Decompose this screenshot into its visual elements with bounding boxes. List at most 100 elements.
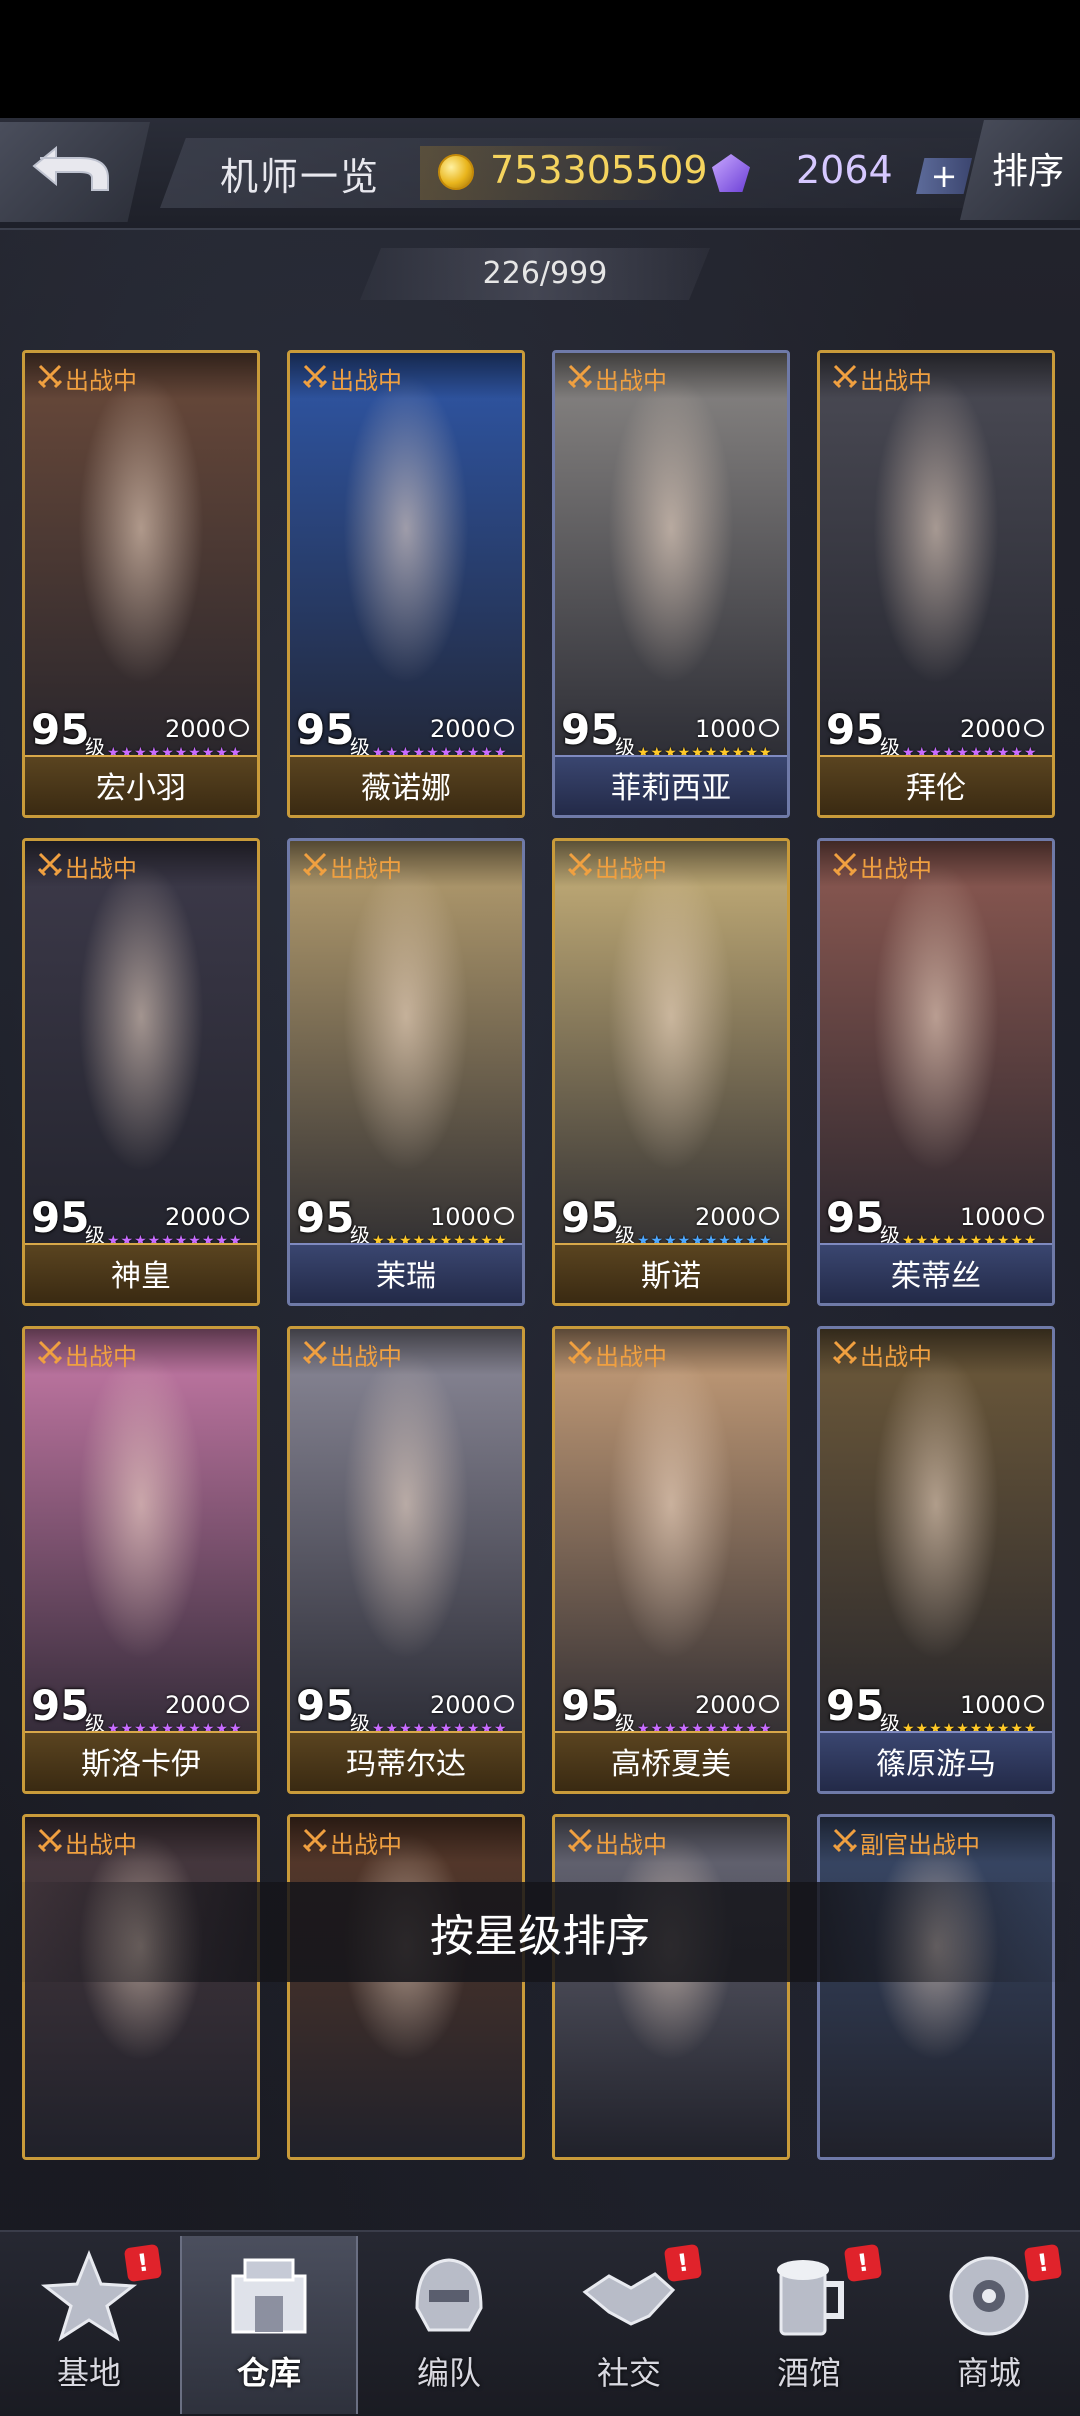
nav-item[interactable]: 基地! bbox=[0, 2236, 178, 2414]
pilot-level: 95 bbox=[296, 1193, 355, 1242]
alert-badge: ! bbox=[123, 2243, 163, 2283]
pilot-power: 2000 bbox=[695, 1203, 757, 1231]
page-title: 机师一览 bbox=[220, 155, 381, 199]
pilot-level: 95 bbox=[31, 705, 90, 754]
gem-amount: 2064 bbox=[796, 148, 893, 192]
alert-badge: ! bbox=[1023, 2243, 1063, 2283]
deploy-status: 出战中 bbox=[595, 367, 667, 395]
pilot-name: 宏小羽 bbox=[96, 771, 186, 806]
pilot-level: 95 bbox=[826, 1193, 885, 1242]
pilot-card[interactable]: 出战中 95 级 2000 ★★★★★★★★★★ 宏小羽 bbox=[22, 350, 260, 818]
crossed-swords-icon bbox=[37, 1828, 63, 1853]
crossed-swords-icon bbox=[832, 364, 858, 389]
deploy-status: 副官出战中 bbox=[860, 1831, 980, 1859]
alert-badge: ! bbox=[663, 2243, 703, 2283]
handshake-icon bbox=[582, 2272, 676, 2326]
pilot-name: 茱蒂丝 bbox=[891, 1259, 981, 1294]
status-bar bbox=[0, 0, 1080, 118]
pilot-portrait bbox=[25, 1817, 257, 2157]
heart-icon bbox=[494, 1695, 514, 1713]
pilot-card[interactable]: 出战中 95 级 2000 ★★★★★★★★★★ 高桥夏美 bbox=[552, 1326, 790, 1794]
deploy-status: 出战中 bbox=[860, 855, 932, 883]
pilot-portrait bbox=[290, 1817, 522, 2157]
deploy-status: 出战中 bbox=[65, 1343, 137, 1371]
crossed-swords-icon bbox=[567, 852, 593, 877]
crossed-swords-icon bbox=[37, 852, 63, 877]
pilot-card[interactable]: 出战中 95 级 1000 ★★★★★★★★★★ 茱蒂丝 bbox=[817, 838, 1055, 1306]
nav-label: 编队 bbox=[416, 2354, 481, 2392]
sort-button-label[interactable]: 排序 bbox=[992, 142, 1064, 194]
pilot-card[interactable]: 出战中 95 级 2000 ★★★★★★★★★★ 拜伦 bbox=[817, 350, 1055, 818]
pilot-card[interactable]: 出战中 95 级 2000 ★★★★★★★★★★ 斯诺 bbox=[552, 838, 790, 1306]
pilot-card[interactable]: 出战中 95 级 2000 ★★★★★★★★★★ 神皇 bbox=[22, 838, 260, 1306]
pilot-power: 2000 bbox=[960, 715, 1022, 743]
deploy-status: 出战中 bbox=[65, 855, 137, 883]
crossed-swords-icon bbox=[832, 1828, 858, 1853]
pilot-name: 斯洛卡伊 bbox=[81, 1747, 201, 1782]
pilot-power: 1000 bbox=[960, 1691, 1022, 1719]
deploy-status: 出战中 bbox=[595, 1343, 667, 1371]
add-gems-button[interactable]: + bbox=[916, 158, 972, 194]
pilot-level: 95 bbox=[561, 705, 620, 754]
heart-icon bbox=[1024, 719, 1044, 737]
nav-item[interactable]: 酒馆! bbox=[720, 2236, 898, 2414]
pilot-card[interactable]: 出战中 bbox=[287, 1814, 525, 2160]
nav-label: 仓库 bbox=[236, 2354, 301, 2392]
robot-head-icon bbox=[949, 2256, 1029, 2336]
back-arrow-icon bbox=[32, 145, 109, 191]
pilot-name: 菲莉西亚 bbox=[611, 771, 731, 806]
pilot-power: 1000 bbox=[430, 1203, 492, 1231]
deploy-status: 出战中 bbox=[860, 367, 932, 395]
nav-item[interactable]: 商城! bbox=[900, 2236, 1078, 2414]
pilot-card[interactable]: 出战中 bbox=[22, 1814, 260, 2160]
deploy-status: 出战中 bbox=[330, 367, 402, 395]
nav-item[interactable]: 仓库 bbox=[180, 2236, 358, 2414]
heart-icon bbox=[1024, 1695, 1044, 1713]
warehouse-icon bbox=[231, 2258, 307, 2334]
deploy-status: 出战中 bbox=[595, 1831, 667, 1859]
crossed-swords-icon bbox=[302, 1828, 328, 1853]
pilot-card[interactable]: 出战中 95 级 1000 ★★★★★★★★★★ 篠原游马 bbox=[817, 1326, 1055, 1794]
pilot-level: 95 bbox=[561, 1193, 620, 1242]
pilot-level: 95 bbox=[31, 1193, 90, 1242]
pilot-level: 95 bbox=[296, 705, 355, 754]
pilot-level: 95 bbox=[826, 1681, 885, 1730]
pilot-level: 95 bbox=[826, 705, 885, 754]
pilot-level: 95 bbox=[561, 1681, 620, 1730]
pilot-power: 2000 bbox=[695, 1691, 757, 1719]
nav-label: 基地 bbox=[56, 2354, 121, 2392]
deploy-status: 出战中 bbox=[65, 1831, 137, 1859]
pilot-name: 斯诺 bbox=[641, 1259, 701, 1294]
pilot-portrait bbox=[820, 1817, 1052, 2157]
deploy-status: 出战中 bbox=[595, 855, 667, 883]
heart-icon bbox=[759, 1695, 779, 1713]
heart-icon bbox=[759, 1207, 779, 1225]
alert-badge: ! bbox=[843, 2243, 883, 2283]
nav-label: 酒馆 bbox=[776, 2354, 841, 2392]
crossed-swords-icon bbox=[567, 1340, 593, 1365]
pilot-name: 薇诺娜 bbox=[361, 771, 451, 806]
pilot-card[interactable]: 出战中 95 级 1000 ★★★★★★★★★★ 菲莉西亚 bbox=[552, 350, 790, 818]
back-button[interactable] bbox=[0, 122, 150, 222]
nav-item[interactable]: 社交! bbox=[540, 2236, 718, 2414]
gold-coin-icon bbox=[438, 154, 474, 190]
pilot-power: 2000 bbox=[430, 715, 492, 743]
crossed-swords-icon bbox=[302, 1340, 328, 1365]
pilot-card[interactable]: 副官出战中 bbox=[817, 1814, 1055, 2160]
helmet-icon bbox=[415, 2258, 483, 2332]
star-base-icon bbox=[40, 2249, 138, 2342]
pilot-card[interactable]: 出战中 95 级 2000 ★★★★★★★★★★ 薇诺娜 bbox=[287, 350, 525, 818]
crossed-swords-icon bbox=[302, 852, 328, 877]
deploy-status: 出战中 bbox=[330, 1831, 402, 1859]
pilot-card[interactable]: 出战中 95 级 2000 ★★★★★★★★★★ 斯洛卡伊 bbox=[22, 1326, 260, 1794]
nav-item[interactable]: 编队 bbox=[360, 2236, 538, 2414]
pilot-level: 95 bbox=[31, 1681, 90, 1730]
pilot-card[interactable]: 出战中 bbox=[552, 1814, 790, 2160]
pilot-name: 高桥夏美 bbox=[611, 1747, 731, 1782]
toast-message: 按星级排序 bbox=[430, 1911, 650, 1962]
pilot-name: 玛蒂尔达 bbox=[346, 1747, 466, 1782]
pilot-power: 2000 bbox=[165, 1203, 227, 1231]
pilot-card[interactable]: 出战中 95 级 1000 ★★★★★★★★★★ 茉瑞 bbox=[287, 838, 525, 1306]
pilot-card[interactable]: 出战中 95 级 2000 ★★★★★★★★★★ 玛蒂尔达 bbox=[287, 1326, 525, 1794]
crossed-swords-icon bbox=[567, 364, 593, 389]
